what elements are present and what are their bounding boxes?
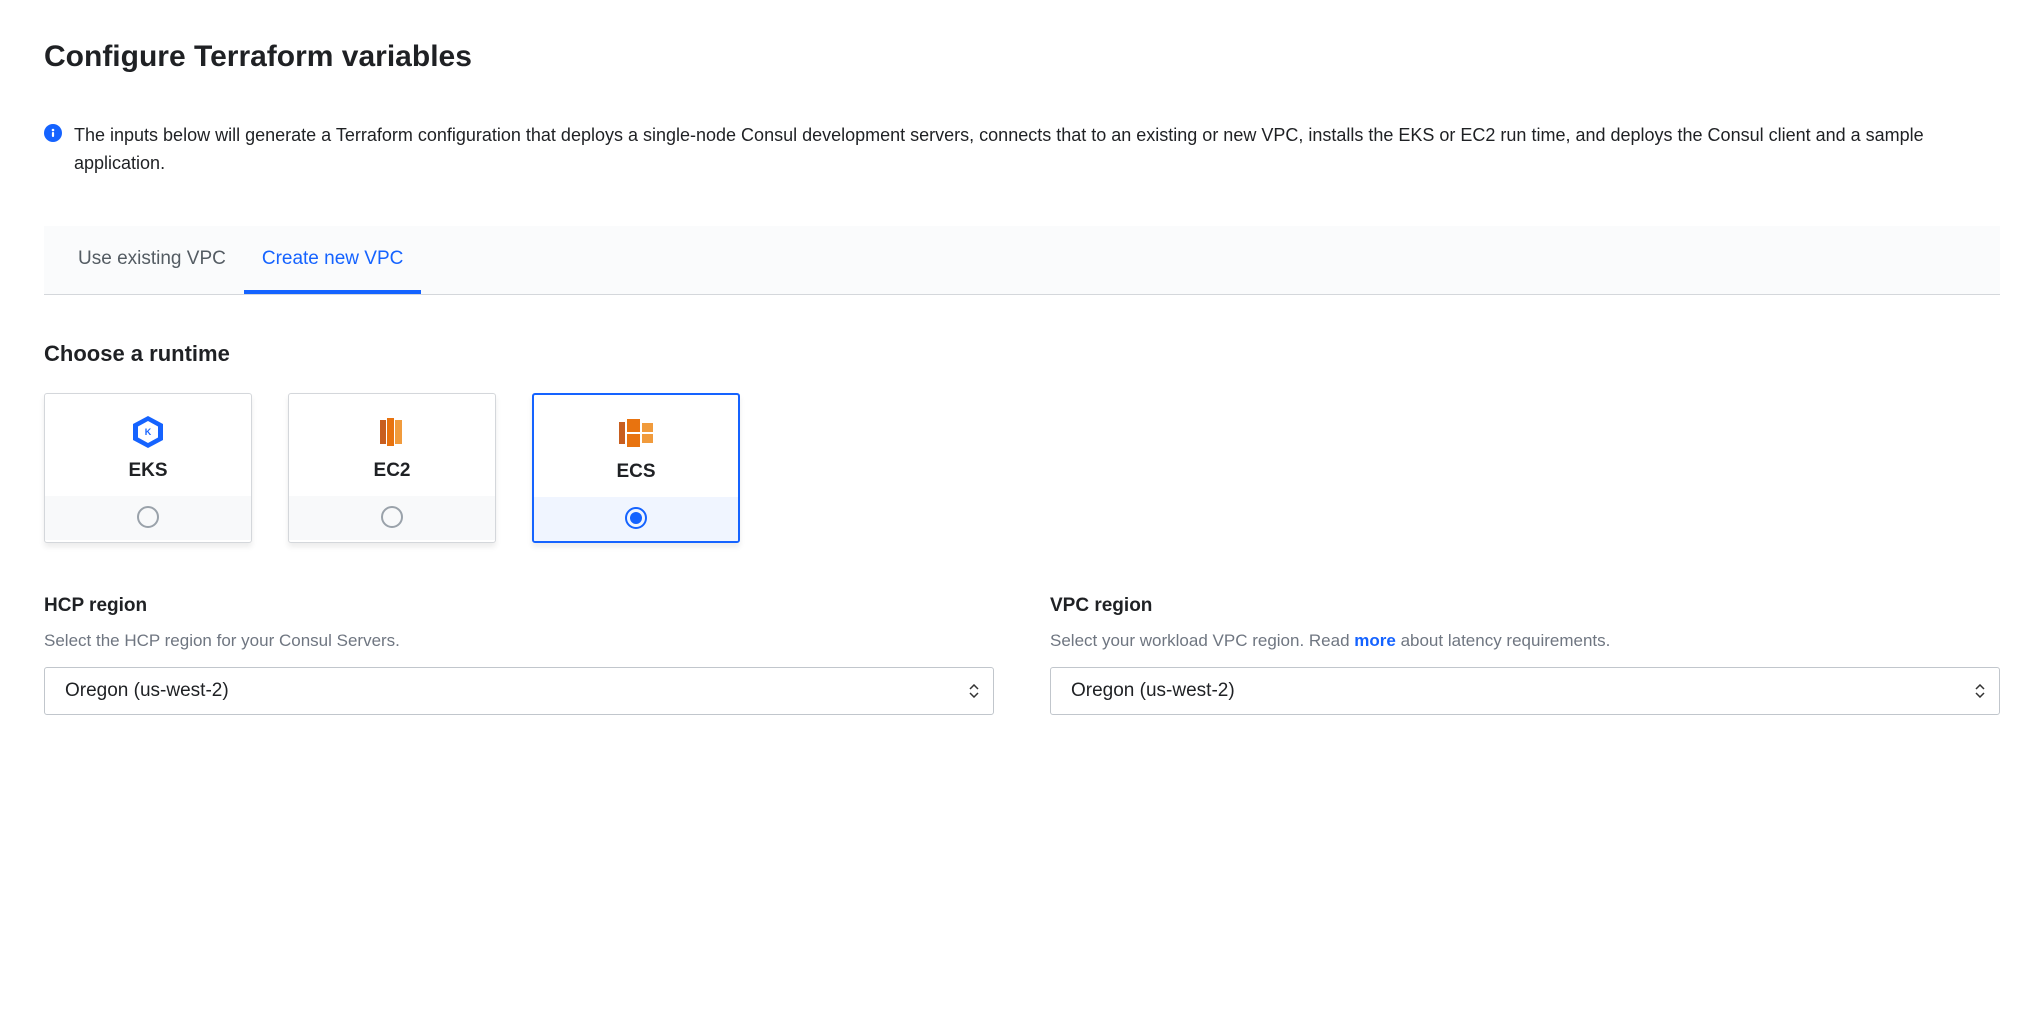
hcp-region-value: Oregon (us-west-2) [65, 680, 229, 702]
info-text: The inputs below will generate a Terrafo… [74, 122, 2000, 178]
vpc-region-value: Oregon (us-west-2) [1071, 680, 1235, 702]
runtime-heading: Choose a runtime [44, 341, 2000, 367]
page-title: Configure Terraform variables [44, 40, 2000, 74]
hcp-region-help: Select the HCP region for your Consul Se… [44, 631, 994, 651]
runtime-options: K EKS EC2 [44, 393, 2000, 543]
chevron-up-down-icon [1975, 684, 1985, 698]
hcp-region-select[interactable]: Oregon (us-west-2) [44, 667, 994, 715]
runtime-label: EKS [128, 460, 167, 482]
hcp-region-field: HCP region Select the HCP region for you… [44, 595, 994, 715]
info-alert: The inputs below will generate a Terrafo… [44, 122, 2000, 178]
svg-text:K: K [145, 427, 152, 437]
vpc-region-field: VPC region Select your workload VPC regi… [1050, 595, 2000, 715]
runtime-option-ec2[interactable]: EC2 [288, 393, 496, 543]
runtime-option-ecs[interactable]: ECS [532, 393, 740, 543]
vpc-tabs: Use existing VPC Create new VPC [44, 226, 2000, 295]
vpc-region-label: VPC region [1050, 595, 2000, 617]
chevron-up-down-icon [969, 684, 979, 698]
radio-icon [381, 506, 403, 528]
more-link[interactable]: more [1354, 631, 1396, 650]
radio-icon [625, 507, 647, 529]
runtime-label: EC2 [374, 460, 411, 482]
runtime-option-eks[interactable]: K EKS [44, 393, 252, 543]
vpc-region-select[interactable]: Oregon (us-west-2) [1050, 667, 2000, 715]
vpc-region-help: Select your workload VPC region. Read mo… [1050, 631, 2000, 651]
radio-icon [137, 506, 159, 528]
tab-create-new-vpc[interactable]: Create new VPC [244, 226, 422, 294]
ecs-icon [616, 415, 656, 451]
tab-use-existing-vpc[interactable]: Use existing VPC [60, 226, 244, 294]
runtime-label: ECS [616, 461, 655, 483]
ec2-icon [372, 414, 412, 450]
eks-icon: K [128, 414, 168, 450]
hcp-region-label: HCP region [44, 595, 994, 617]
info-icon [44, 124, 62, 142]
